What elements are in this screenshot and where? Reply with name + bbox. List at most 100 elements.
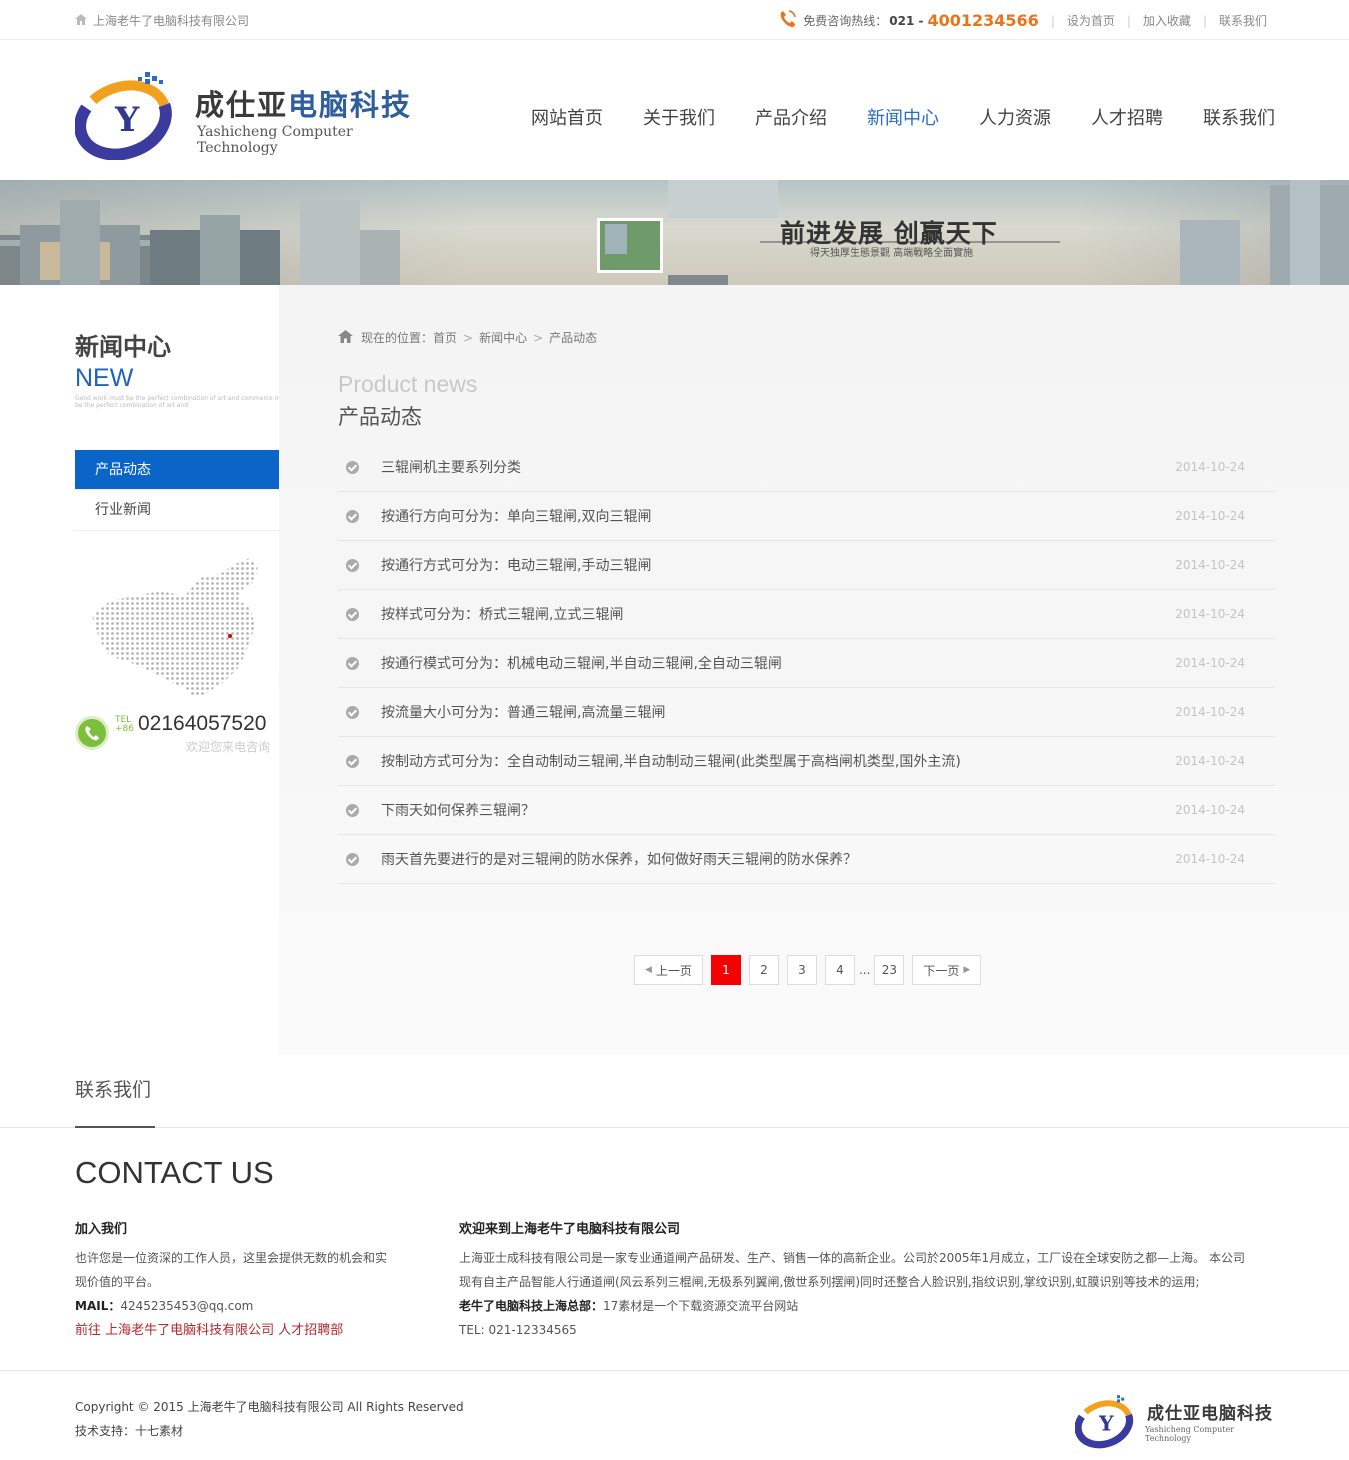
sidebar-title-cn: 新闻中心 <box>75 333 171 361</box>
page-button-1[interactable]: 1 <box>710 955 741 985</box>
news-title[interactable]: 按制动方式可分为：全自动制动三辊闸,半自动制动三辊闸(此类型属于高档闸机类型,国… <box>381 751 961 771</box>
divider: | <box>1050 13 1055 28</box>
sidebar: 新闻中心 NEW Good work must be the perfect c… <box>75 285 290 761</box>
chevron-right-icon: > <box>533 330 544 345</box>
join-us-block: 加入我们 也许您是一位资深的工作人员，这里会提供无数的机会和实现价值的平台。 M… <box>75 1218 395 1343</box>
nav-about[interactable]: 关于我们 <box>643 104 715 130</box>
check-circle-icon <box>346 558 359 572</box>
list-item[interactable]: 按通行模式可分为：机械电动三辊闸,半自动三辊闸,全自动三辊闸 2014-10-24 <box>338 639 1275 688</box>
hq-line: 老牛了电脑科技上海总部：17素材是一个下载资源交流平台网站 <box>459 1294 1249 1318</box>
news-date: 2014-10-24 <box>1175 852 1245 866</box>
check-circle-icon <box>346 460 359 474</box>
tel-label: TEL +86 <box>115 716 134 734</box>
footer-logo[interactable]: Y 成仕亚电脑科技 Yashicheng Computer Technology <box>1075 1391 1275 1451</box>
top-bar: 上海老牛了电脑科技有限公司 免费咨询热线： 021 - 4001234566 |… <box>0 0 1349 40</box>
hotline-number: 4001234566 <box>927 11 1039 30</box>
next-page-button[interactable]: 下一页 ▶ <box>912 955 982 985</box>
sidebar-title-small: Good work must be the perfect combinatio… <box>75 395 290 409</box>
list-item[interactable]: 三辊闸机主要系列分类 2014-10-24 <box>338 443 1275 492</box>
news-title[interactable]: 按流量大小可分为：普通三辊闸,高流量三辊闸 <box>381 702 665 722</box>
prev-page-label: 上一页 <box>655 963 692 978</box>
breadcrumb-prefix: 现在的位置： <box>361 331 434 345</box>
list-item[interactable]: 按通行方向可分为：单向三辊闸,双向三辊闸 2014-10-24 <box>338 492 1275 541</box>
news-title[interactable]: 按通行方向可分为：单向三辊闸,双向三辊闸 <box>381 506 651 526</box>
pagination: ◀ 上一页 1 2 3 4 ... 23 下一页 ▶ <box>634 955 982 985</box>
nav-home[interactable]: 网站首页 <box>531 104 603 130</box>
hq-text: 17素材是一个下载资源交流平台网站 <box>603 1299 799 1313</box>
list-item[interactable]: 按样式可分为：桥式三辊闸,立式三辊闸 2014-10-24 <box>338 590 1275 639</box>
nav-hr[interactable]: 人力资源 <box>979 104 1051 130</box>
list-item[interactable]: 下雨天如何保养三辊闸？ 2014-10-24 <box>338 786 1275 835</box>
home-icon <box>75 13 87 28</box>
top-company: 上海老牛了电脑科技有限公司 <box>75 12 249 29</box>
footer-logo-blue: 电脑科技 <box>1201 1404 1273 1424</box>
list-item[interactable]: 雨天首先要进行的是对三辊闸的防水保养，如何做好雨天三辊闸的防水保养？ 2014-1… <box>338 835 1275 884</box>
list-item[interactable]: 按制动方式可分为：全自动制动三辊闸,半自动制动三辊闸(此类型属于高档闸机类型,国… <box>338 737 1275 786</box>
caret-right-icon: ▶ <box>963 965 971 975</box>
news-date: 2014-10-24 <box>1175 803 1245 817</box>
prev-page-button[interactable]: ◀ 上一页 <box>634 955 703 985</box>
tel-number: 02164057520 <box>138 712 267 735</box>
contact-link[interactable]: 联系我们 <box>1219 12 1267 29</box>
list-item[interactable]: 按通行方式可分为：电动三辊闸,手动三辊闸 2014-10-24 <box>338 541 1275 590</box>
page-button-4[interactable]: 4 <box>824 955 855 985</box>
logo-emblem-icon: Y <box>1075 1395 1134 1449</box>
sidebar-tel: TEL +86 02164057520 欢迎您来电咨询 <box>75 711 290 761</box>
mail-link[interactable]: 4245235453@qq.com <box>120 1299 253 1313</box>
page-button-2[interactable]: 2 <box>748 955 779 985</box>
site-logo[interactable]: Y 成仕亚电脑科技 Yashicheng Computer Technology <box>75 70 420 160</box>
sidebar-item-industry-news[interactable]: 行业新闻 <box>75 490 290 531</box>
sidebar-item-product-news[interactable]: 产品动态 <box>75 450 290 490</box>
page-button-3[interactable]: 3 <box>786 955 817 985</box>
check-circle-icon <box>346 509 359 523</box>
check-circle-icon <box>346 754 359 768</box>
breadcrumb-news[interactable]: 新闻中心 <box>479 329 527 346</box>
tel-welcome: 欢迎您来电咨询 <box>185 740 270 754</box>
china-map-icon <box>90 556 290 706</box>
logo-text-en: Yashicheng Computer Technology <box>197 124 353 156</box>
news-date: 2014-10-24 <box>1175 754 1245 768</box>
banner: 前进发展 创赢天下 得天独厚生態景觀 高端戰略全面實施 <box>0 180 1349 285</box>
banner-city-image <box>0 180 1349 285</box>
news-title[interactable]: 下雨天如何保养三辊闸？ <box>381 800 535 820</box>
welcome-title: 欢迎来到上海老牛了电脑科技有限公司 <box>459 1222 681 1237</box>
page-ellipsis: ... <box>858 963 871 977</box>
divider: | <box>1126 13 1131 28</box>
recruit-link[interactable]: 前往 上海老牛了电脑科技有限公司 人才招聘部 <box>75 1323 343 1338</box>
nav-recruit[interactable]: 人才招聘 <box>1091 104 1163 130</box>
set-homepage-link[interactable]: 设为首页 <box>1067 12 1115 29</box>
breadcrumb: 现在的位置： 首页 > 新闻中心 > 产品动态 <box>338 329 597 346</box>
breadcrumb-home[interactable]: 首页 <box>433 329 457 346</box>
svg-text:Y: Y <box>1098 1412 1114 1436</box>
list-item[interactable]: 按流量大小可分为：普通三辊闸,高流量三辊闸 2014-10-24 <box>338 688 1275 737</box>
news-title[interactable]: 三辊闸机主要系列分类 <box>381 457 521 477</box>
page-button-last[interactable]: 23 <box>874 955 905 985</box>
sidebar-menu: 产品动态 行业新闻 <box>75 450 290 531</box>
news-title[interactable]: 按通行方式可分为：电动三辊闸,手动三辊闸 <box>381 555 651 575</box>
main-area: 新闻中心 NEW Good work must be the perfect c… <box>0 285 1349 1055</box>
logo-emblem-icon: Y <box>75 72 172 160</box>
check-circle-icon <box>346 656 359 670</box>
section-title-en: Product news <box>338 371 478 397</box>
phone-circle-icon <box>75 716 109 750</box>
join-title: 加入我们 <box>75 1222 128 1237</box>
welcome-block: 欢迎来到上海老牛了电脑科技有限公司 上海亚士成科技有限公司是一家专业通道闸产品研… <box>459 1218 1249 1342</box>
breadcrumb-current[interactable]: 产品动态 <box>549 329 597 346</box>
phone-icon <box>779 9 797 32</box>
news-title[interactable]: 雨天首先要进行的是对三辊闸的防水保养，如何做好雨天三辊闸的防水保养？ <box>381 849 857 869</box>
add-favorite-link[interactable]: 加入收藏 <box>1143 12 1191 29</box>
contact-heading-underline <box>75 1126 155 1128</box>
check-circle-icon <box>346 803 359 817</box>
news-title[interactable]: 按通行模式可分为：机械电动三辊闸,半自动三辊闸,全自动三辊闸 <box>381 653 782 673</box>
news-title[interactable]: 按样式可分为：桥式三辊闸,立式三辊闸 <box>381 604 623 624</box>
nav-contact[interactable]: 联系我们 <box>1203 104 1275 130</box>
footer: Copyright © 2015 上海老牛了电脑科技有限公司 All Right… <box>0 1370 1349 1460</box>
footer-logo-cn: 成仕亚电脑科技 <box>1147 1399 1273 1424</box>
mail-label: MAIL： <box>75 1299 121 1313</box>
nav-news[interactable]: 新闻中心 <box>867 104 939 130</box>
main-nav: 网站首页 关于我们 产品介绍 新闻中心 人力资源 人才招聘 联系我们 <box>531 104 1275 130</box>
nav-products[interactable]: 产品介绍 <box>755 104 827 130</box>
header: Y 成仕亚电脑科技 Yashicheng Computer Technology… <box>0 40 1349 180</box>
hotline-area: 021 - <box>889 13 924 28</box>
tech-support-text: 技术支持：十七素材 <box>75 1424 184 1438</box>
